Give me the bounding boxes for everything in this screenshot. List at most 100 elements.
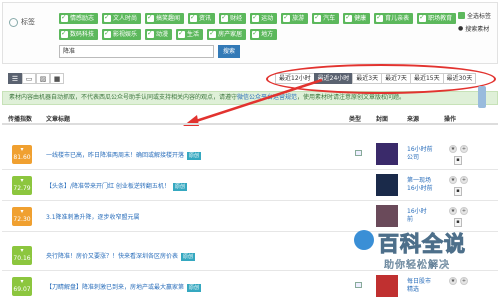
tag-panel-label: 标签 [21,18,35,26]
tag-panel-title: 标签 [9,17,35,27]
tag-checkbox[interactable]: 房产家居 [207,28,247,40]
spread-index-badge: ▾ 72.79 [12,176,32,195]
checkbox-icon [252,12,260,23]
row-actions: ★ + [449,176,468,184]
article-title[interactable]: 一线楼市已高，昨日降准两周末！确回或解接楼开落 原创 [46,150,202,160]
tag-filter-panel: 标签 情感励志 文人时尚 搞笑趣闻 资讯 财经 运动 旅游 汽车 健康 育儿亲表… [2,2,498,64]
tag-checkbox[interactable]: 汽车 [312,12,340,24]
watermark-title: 百科全说 [378,232,466,257]
article-title[interactable]: 3.1降准刺激升降，逐步收窄盟元属 [46,212,140,221]
trophy-icon: ▾ [20,208,24,215]
spread-index-badge: ▾ 70.16 [12,246,32,265]
checkbox-icon [61,28,68,39]
image-type-icon [355,150,362,156]
col-source: 来源 [407,116,420,123]
checkbox-icon [458,12,465,19]
col-ops: 操作 [444,116,457,123]
notice-link[interactable]: 微信公众平台运营规范 [237,94,297,101]
original-badge: 原创 [187,284,202,292]
cover-thumbnail [376,174,398,196]
delete-icon[interactable]: ▪ [454,156,462,165]
tag-checkbox[interactable]: 运动 [250,12,278,24]
tag-list: 情感励志 文人时尚 搞笑趣闻 资讯 财经 运动 旅游 汽车 健康 育儿亲表 职场… [59,12,459,40]
select-all-toggle[interactable]: 全选标签 [458,11,491,20]
checkbox-icon [147,12,155,23]
original-badge: 原创 [172,183,187,191]
scroll-top-handle[interactable] [478,86,486,108]
table-row: ▾ 81.60 一线楼市已高，昨日降准两周末！确回或解接楼开落 原创 16小时前 公司… [2,139,498,170]
article-title[interactable]: 【刀睛解盘】降准刺激已到来，房地产或最大赢家第 原创 [46,282,202,292]
checkbox-icon [345,12,353,23]
notice-text: 素材内容由机器自动抓取，不代表西瓜公众号助手认同或支持相关内容的观点，请遵守 [9,94,238,101]
trophy-icon: ▾ [20,247,24,254]
tag-options: 全选标签 ● 搜索素材 [458,11,491,37]
tag-checkbox[interactable]: 文人时尚 [102,12,142,24]
tag-checkbox[interactable]: 动漫 [145,28,173,40]
checkbox-icon [376,12,384,23]
tag-checkbox[interactable]: 地方 [250,28,278,40]
row-actions: ★ + [449,145,468,153]
tag-checkbox[interactable]: 情感励志 [59,12,99,24]
search-button[interactable]: 搜索 [218,45,240,58]
favorite-icon[interactable]: ★ [449,207,457,215]
spread-index-badge: ▾ 72.30 [12,207,32,226]
checkbox-icon [178,28,186,39]
watermark-logo-icon [354,230,374,250]
document-icon[interactable]: ▭ [22,73,36,84]
search-material-link[interactable]: ● 搜索素材 [458,24,491,33]
info-icon: ● [458,25,464,32]
delete-icon[interactable]: ▪ [454,187,462,196]
image-icon[interactable]: ▨ [36,73,50,84]
col-index[interactable]: 传播指数 [8,114,32,123]
tag-checkbox[interactable]: 财经 [219,12,247,24]
add-icon[interactable]: + [460,207,468,215]
col-title: 文章标题 [46,116,71,123]
tag-checkbox[interactable]: 旅游 [281,12,309,24]
add-icon[interactable]: + [460,145,468,153]
tag-checkbox[interactable]: 资讯 [188,12,216,24]
checkbox-icon [209,28,217,39]
row-actions: ★ + [449,207,468,215]
cover-thumbnail [376,143,398,165]
favorite-icon[interactable]: ★ [449,145,457,153]
tag-icon [9,17,18,27]
trophy-icon: ▾ [20,278,24,285]
video-icon[interactable]: ■ [50,73,64,84]
tag-checkbox[interactable]: 搞笑趣闻 [145,12,185,24]
source-info[interactable]: 16小时前 [407,208,447,224]
checkbox-icon [190,12,198,23]
spread-index-badge: ▾ 69.07 [12,277,32,296]
source-info[interactable]: 第一现场 16小时前 [407,177,447,193]
watermark-subtitle: 助你轻松解决 [384,260,450,272]
checkbox-icon [314,12,322,23]
add-icon[interactable]: + [460,176,468,184]
notice-suffix: ，使用素材时请注意原创文章版权问题。 [297,94,406,101]
highlight-ellipse [266,64,496,94]
table-header: 传播指数 文章标题 类型 封面 来源 操作 [2,111,498,125]
checkbox-icon [221,12,229,23]
article-title[interactable]: 央行降准！房价又要涨？！快来看深圳各区房价表 原创 [46,251,196,261]
col-cover: 封面 [376,116,389,123]
tag-checkbox[interactable]: 健康 [343,12,371,24]
trophy-icon: ▾ [20,177,24,184]
list-view-icon[interactable]: ☰ [8,73,22,84]
spread-index-badge: ▾ 81.60 [12,145,32,164]
tag-checkbox[interactable]: 影视娱乐 [102,28,142,40]
tag-checkbox[interactable]: 职场教育 [417,12,457,24]
search-row: 降准 搜索 [59,45,240,58]
tag-checkbox[interactable]: 数码科技 [59,28,99,40]
favorite-icon[interactable]: ★ [449,176,457,184]
checkbox-icon [104,12,112,23]
tag-checkbox[interactable]: 育儿亲表 [374,12,414,24]
original-badge: 原创 [187,152,202,160]
tag-checkbox[interactable]: 生活 [176,28,204,40]
table-row: ▾ 72.79 【头条】/降准带来开门红 创业板逆转翻五机！ 原创 第一现场 16小时… [2,170,498,201]
col-type: 类型 [349,116,362,123]
article-title[interactable]: 【头条】/降准带来开门红 创业板逆转翻五机！ 原创 [46,181,187,191]
checkbox-icon [252,28,260,39]
source-info[interactable]: 16小时前 公司 [407,146,447,162]
view-mode-toolbar: ☰ ▭ ▨ ■ [8,73,64,84]
search-input[interactable]: 降准 [59,45,214,58]
watermark: 百科全说 助你轻松解决 [340,224,500,300]
trophy-icon: ▾ [20,146,24,153]
